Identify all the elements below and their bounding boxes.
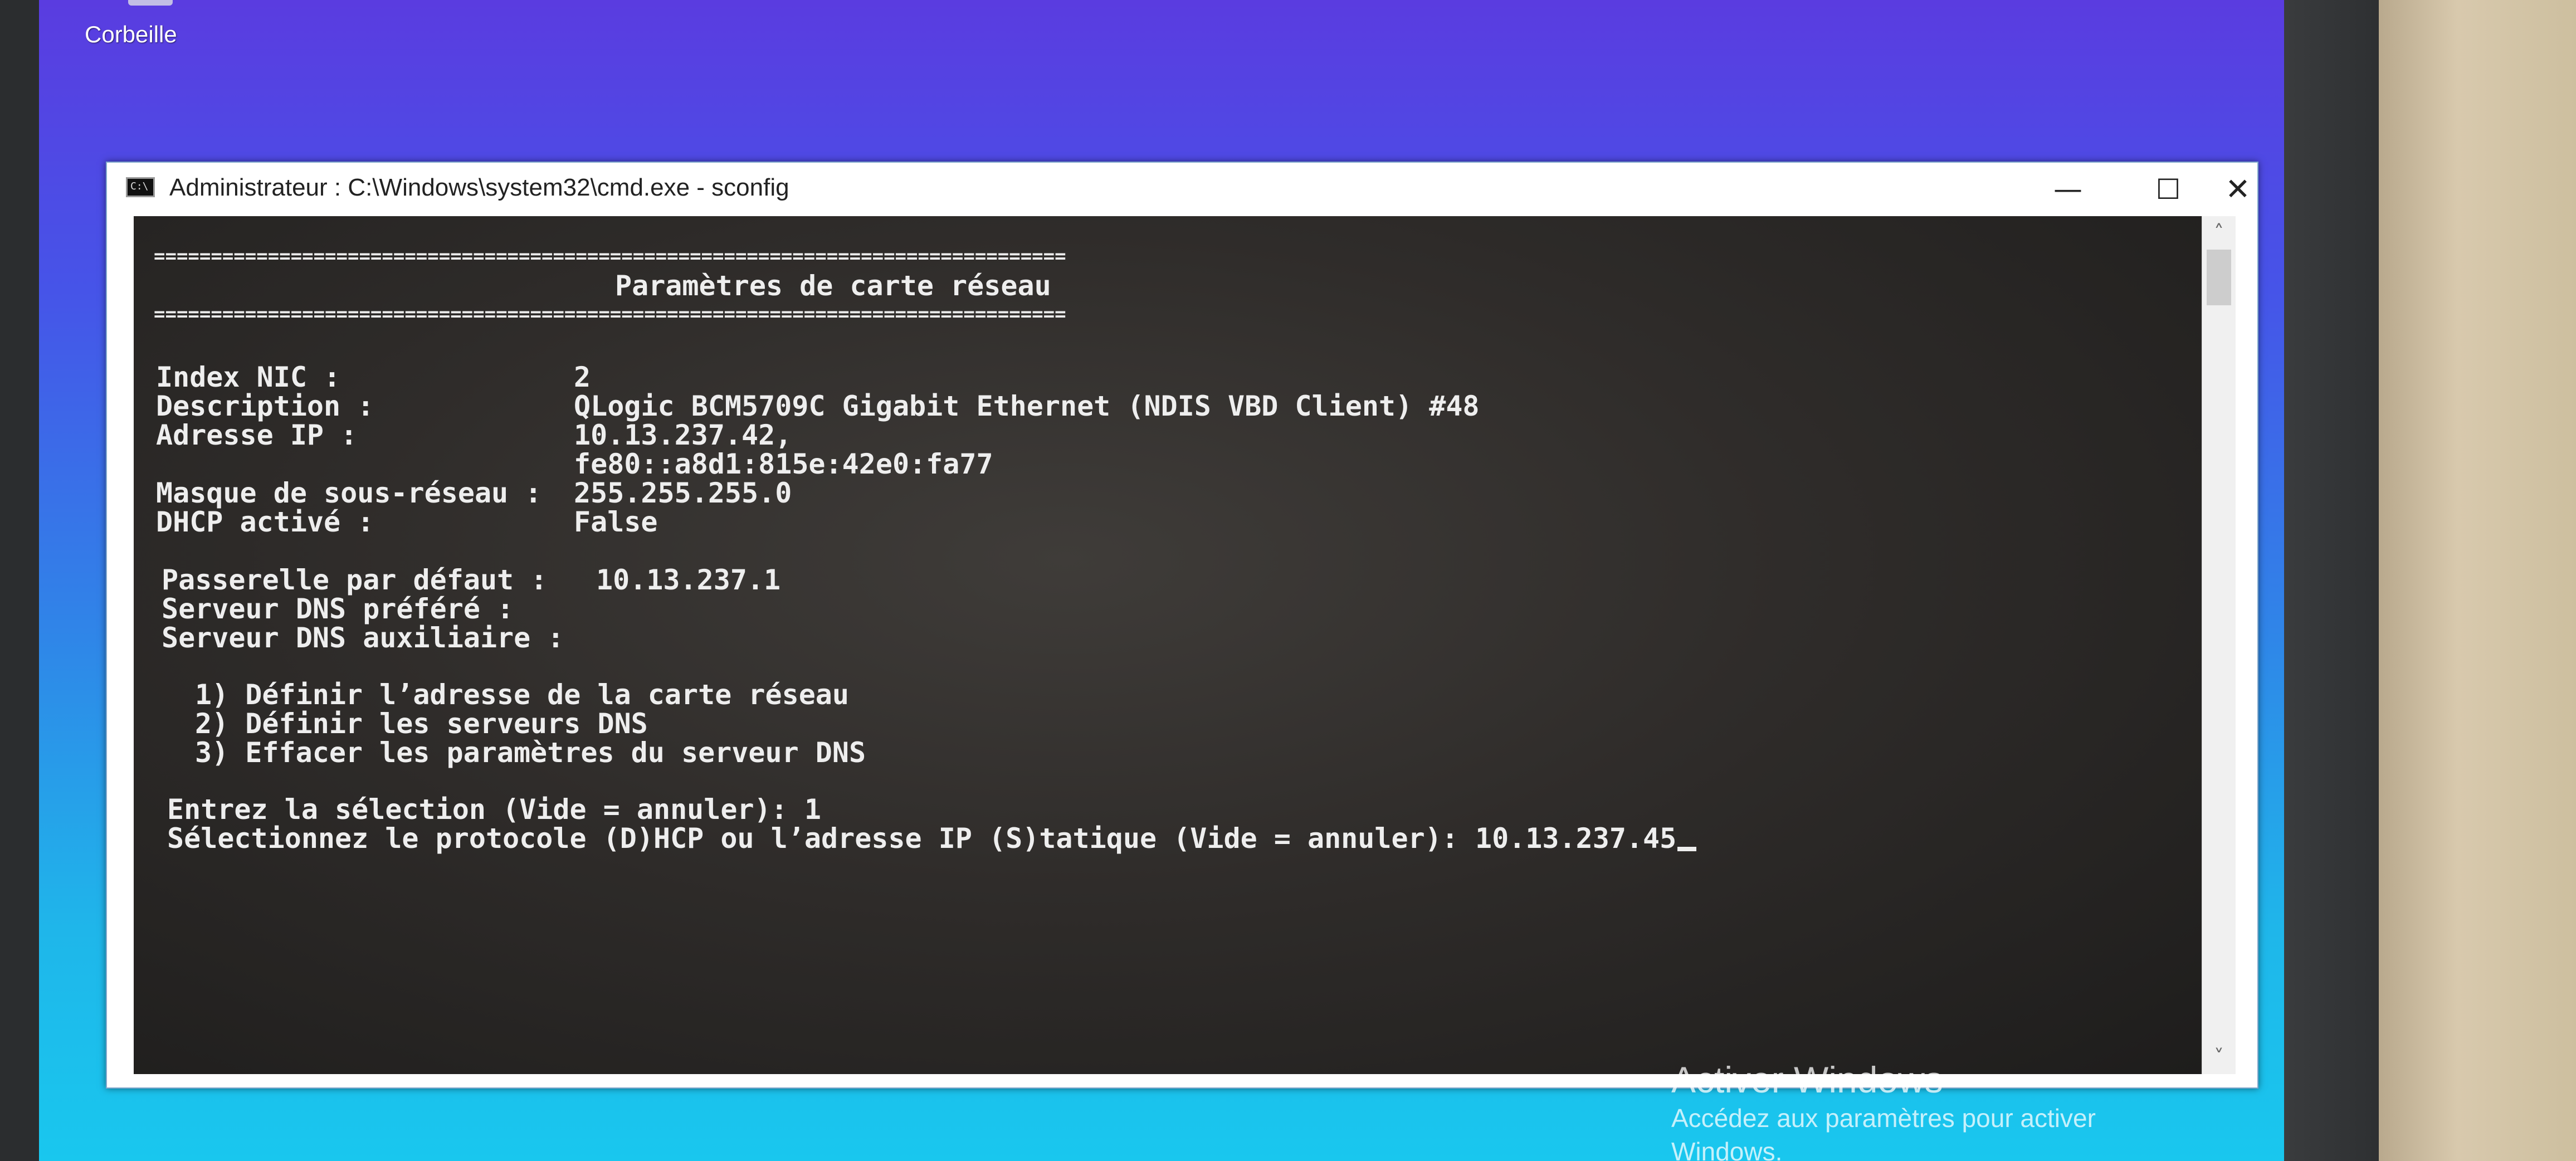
field-value: QLogic BCM5709C Gigabit Ethernet (NDIS V… <box>574 390 1480 422</box>
separator-bottom: ========================================… <box>154 303 1066 325</box>
window-title: Administrateur : C:\Windows\system32\cmd… <box>169 174 789 201</box>
field-label: Description : <box>156 390 374 422</box>
activation-title: Activer Windows <box>1671 1059 1943 1100</box>
dns-aux-label: Serveur DNS auxiliaire : <box>162 622 564 654</box>
separator-top: ========================================… <box>154 245 1066 267</box>
recycle-bin-shortcut[interactable]: Corbeille <box>61 0 177 56</box>
field-label: Adresse IP : <box>156 419 358 451</box>
field-value: 2 <box>574 361 591 393</box>
recycle-bin-label: Corbeille <box>85 21 177 47</box>
gateway-value: 10.13.237.1 <box>596 564 781 596</box>
field-value: 255.255.255.0 <box>574 477 792 509</box>
desktop-screen: Corbeille C:\ Administrateur : C:\Window… <box>39 0 2284 1161</box>
section-heading: Paramètres de carte réseau <box>615 270 1051 302</box>
field-label: Masque de sous-réseau : <box>156 477 542 509</box>
close-button[interactable]: ✕ <box>2218 163 2257 216</box>
recycle-bin-icon <box>128 0 173 6</box>
cmd-icon: C:\ <box>126 177 155 197</box>
scroll-thumb[interactable] <box>2207 250 2231 305</box>
field-label: DHCP activé : <box>156 506 374 538</box>
activation-subtitle: Accédez aux paramètres pour activer <box>1671 1104 2096 1133</box>
protocol-prompt-line[interactable]: Sélectionnez le protocole (D)HCP ou l’ad… <box>167 822 1697 855</box>
menu-option-2: 2) Définir les serveurs DNS <box>195 708 648 740</box>
protocol-prompt: Sélectionnez le protocole (D)HCP ou l’ad… <box>167 822 1677 855</box>
maximize-button[interactable]: ☐ <box>2118 163 2218 216</box>
cmd-window[interactable]: C:\ Administrateur : C:\Windows\system32… <box>106 162 2258 1089</box>
selection-prompt: Entrez la sélection (Vide = annuler): 1 <box>167 793 821 826</box>
gateway-label: Passerelle par défaut : <box>162 564 548 596</box>
field-value: False <box>574 506 658 538</box>
field-value: 10.13.237.42, <box>574 419 792 451</box>
photo-scene: Corbeille C:\ Administrateur : C:\Window… <box>0 0 2576 1161</box>
field-value: fe80::a8d1:815e:42e0:fa77 <box>574 448 993 480</box>
console-output[interactable]: ========================================… <box>134 216 2202 1074</box>
field-label: Index NIC : <box>156 361 341 393</box>
scroll-down-icon[interactable]: ˅ <box>2202 1041 2236 1074</box>
background-wall <box>2379 0 2576 1161</box>
dns-preferred-label: Serveur DNS préféré : <box>162 593 514 625</box>
vertical-scrollbar[interactable]: ˄ ˅ <box>2202 216 2236 1074</box>
menu-option-1: 1) Définir l’adresse de la carte réseau <box>195 679 849 711</box>
scroll-up-icon[interactable]: ˄ <box>2202 216 2236 250</box>
activation-watermark: Activer Windows Accédez aux paramètres p… <box>1671 1058 2096 1161</box>
title-bar[interactable]: C:\ Administrateur : C:\Windows\system32… <box>107 163 2257 216</box>
activation-subtitle-2: Windows. <box>1671 1137 1783 1161</box>
minimize-button[interactable]: — <box>2018 163 2118 216</box>
text-cursor <box>1677 847 1697 851</box>
menu-option-3: 3) Effacer les paramètres du serveur DNS <box>195 736 866 769</box>
